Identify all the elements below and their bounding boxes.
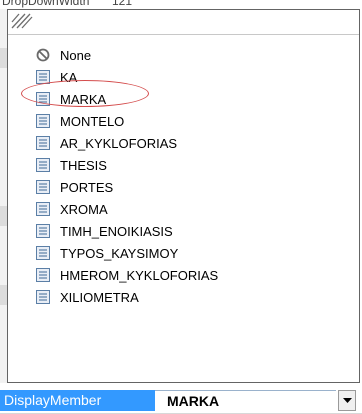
previous-property-value: 121 bbox=[112, 0, 133, 8]
data-source-dropdown-panel: None KA MARKA MONTELO AR_KYKLOFORIAS THESIS PO… bbox=[7, 9, 360, 383]
field-icon bbox=[35, 113, 51, 129]
list-item-label: MONTELO bbox=[60, 113, 125, 129]
list-item-label: TYPOS_KAYSIMOY bbox=[60, 245, 179, 261]
list-item-label: KA bbox=[60, 69, 78, 85]
list-item-label: None bbox=[60, 47, 92, 63]
field-icon bbox=[35, 223, 51, 239]
list-item[interactable]: MONTELO bbox=[8, 110, 359, 132]
field-icon bbox=[35, 267, 51, 283]
list-item[interactable]: None bbox=[8, 44, 359, 66]
field-icon bbox=[35, 289, 51, 305]
previous-property-name: DropDownWidth bbox=[2, 0, 90, 8]
field-icon bbox=[35, 135, 51, 151]
list-item-label: PORTES bbox=[60, 179, 114, 195]
dropdown-panel-header bbox=[8, 10, 359, 35]
field-icon bbox=[35, 201, 51, 217]
list-item-label: HMEROM_KYKLOFORIAS bbox=[60, 267, 219, 283]
list-item[interactable]: KA bbox=[8, 66, 359, 88]
previous-property-row: DropDownWidth 121 bbox=[0, 0, 362, 9]
list-item-label: TIMH_ENOIKIASIS bbox=[60, 223, 173, 239]
field-icon bbox=[35, 245, 51, 261]
list-item[interactable]: XILIOMETRA bbox=[8, 286, 359, 308]
list-item[interactable]: AR_KYKLOFORIAS bbox=[8, 132, 359, 154]
display-member-value-cell[interactable]: MARKA bbox=[155, 390, 336, 411]
display-member-property-row[interactable]: DisplayMember MARKA bbox=[0, 383, 362, 414]
none-icon bbox=[35, 47, 51, 63]
list-item[interactable]: XROMA bbox=[8, 198, 359, 220]
list-item[interactable]: HMEROM_KYKLOFORIAS bbox=[8, 264, 359, 286]
list-item[interactable]: PORTES bbox=[8, 176, 359, 198]
list-item-label: AR_KYKLOFORIAS bbox=[60, 135, 178, 151]
dropdown-arrow-button[interactable] bbox=[338, 390, 356, 411]
list-item-label: XROMA bbox=[60, 201, 108, 217]
field-icon bbox=[35, 69, 51, 85]
display-member-name-cell[interactable]: DisplayMember bbox=[0, 390, 155, 411]
list-item-label: THESIS bbox=[60, 157, 107, 173]
field-tree-list: None KA MARKA MONTELO AR_KYKLOFORIAS THESIS PO… bbox=[8, 44, 359, 308]
field-icon bbox=[35, 157, 51, 173]
list-item-label: XILIOMETRA bbox=[60, 289, 139, 305]
list-item[interactable]: MARKA bbox=[8, 88, 359, 110]
list-item[interactable]: TIMH_ENOIKIASIS bbox=[8, 220, 359, 242]
resize-grip-icon[interactable] bbox=[11, 12, 33, 30]
field-icon bbox=[35, 179, 51, 195]
field-icon bbox=[35, 91, 51, 107]
list-item[interactable]: TYPOS_KAYSIMOY bbox=[8, 242, 359, 264]
chevron-down-icon bbox=[342, 397, 352, 403]
list-item[interactable]: THESIS bbox=[8, 154, 359, 176]
list-item-label: MARKA bbox=[60, 91, 107, 107]
